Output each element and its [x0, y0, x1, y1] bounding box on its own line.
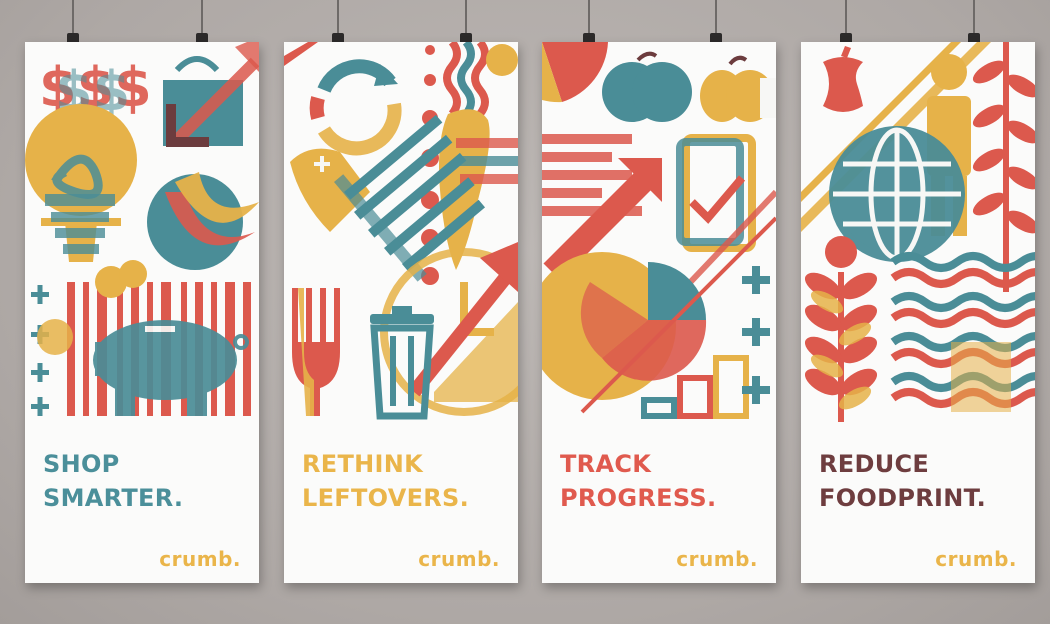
shopping-bag-icon: [163, 42, 259, 147]
hanger-clip: [196, 0, 208, 48]
headline-line-1: REDUCE: [819, 450, 930, 478]
poster-artwork: [542, 42, 776, 419]
brand-logo: crumb.: [935, 547, 1017, 571]
headline-line-2: FOODPRINT.: [819, 484, 987, 512]
hanger-clip: [968, 0, 980, 48]
pie-chart-icon: [542, 42, 608, 103]
headline-line-2: LEFTOVERS.: [302, 484, 470, 512]
poster-rethink-leftovers: RETHINK LEFTOVERS. crumb.: [284, 42, 518, 583]
poster-artwork: [284, 42, 518, 420]
brand-logo: crumb.: [676, 547, 758, 571]
headline-line-1: SHOP: [43, 450, 120, 478]
poster-reduce-foodprint: REDUCE FOODPRINT. crumb.: [801, 42, 1035, 583]
brand-logo: crumb.: [159, 547, 241, 571]
hanger-clip: [840, 0, 852, 48]
hanger-clip: [332, 0, 344, 48]
apple-icon: [602, 51, 692, 122]
trash-can-icon: [370, 306, 434, 420]
poster-headline: RETHINK LEFTOVERS.: [302, 447, 469, 515]
fork-icon: [292, 288, 340, 416]
poster-track-progress: TRACK PROGRESS. crumb.: [542, 42, 776, 583]
poster-shop-smarter: $$$ $$ SHOP SMARTER. crumb.: [25, 42, 259, 583]
poster-headline: TRACK PROGRESS.: [560, 447, 716, 515]
wheat-icon: [804, 236, 878, 422]
lightbulb-icon: [25, 104, 137, 262]
brand-logo: crumb.: [418, 547, 500, 571]
poster-artwork: [801, 42, 1035, 422]
globe-icon: [829, 126, 965, 262]
recycle-arrows-icon: [309, 59, 402, 156]
hanger-clip: [67, 0, 79, 48]
banana-icon: [147, 172, 259, 270]
poster-headline: REDUCE FOODPRINT.: [819, 447, 986, 515]
poster-headline: SHOP SMARTER.: [43, 447, 183, 515]
apple-core-icon: [823, 46, 863, 112]
headline-line-2: PROGRESS.: [560, 484, 717, 512]
apple-icon: [700, 55, 776, 122]
plus-icons: [31, 285, 73, 416]
headline-line-1: RETHINK: [302, 450, 424, 478]
headline-line-2: SMARTER.: [43, 484, 184, 512]
hanger-clip: [583, 0, 595, 48]
poster-artwork: $$$ $$: [25, 42, 259, 416]
headline-line-1: TRACK: [560, 450, 652, 478]
hanger-clip: [460, 0, 472, 48]
hanger-clip: [710, 0, 722, 48]
carrot-icon: [439, 109, 518, 270]
wave-lines-icon: [443, 42, 518, 117]
